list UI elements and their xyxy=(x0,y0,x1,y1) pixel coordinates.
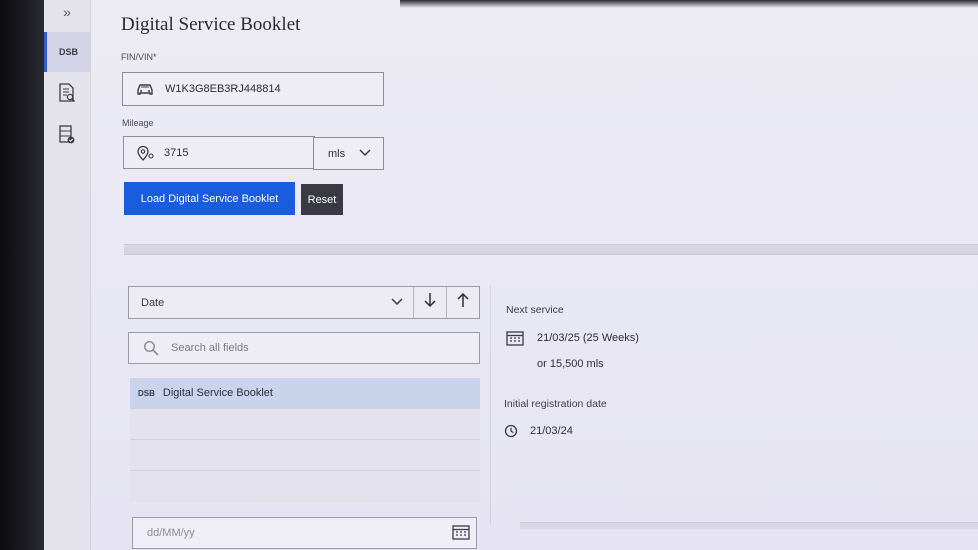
side-rail: » DSB xyxy=(44,0,91,550)
section-divider xyxy=(124,244,978,255)
registration-date-row: 21/03/24 xyxy=(504,424,573,438)
list-item-empty xyxy=(130,440,480,471)
next-service-date: 21/03/25 (25 Weeks) xyxy=(537,332,639,344)
expand-rail-button[interactable]: » xyxy=(44,0,90,24)
registration-date: 21/03/24 xyxy=(530,425,573,437)
booklet-list: DSB Digital Service Booklet xyxy=(130,378,480,502)
list-item-label: Digital Service Booklet xyxy=(162,387,273,399)
arrow-down-icon xyxy=(423,292,437,313)
car-icon xyxy=(135,82,155,96)
list-item[interactable]: DSB Digital Service Booklet xyxy=(130,378,480,409)
sort-ascending-button[interactable] xyxy=(447,287,479,318)
vin-label: FIN/VIN* xyxy=(121,52,157,62)
search-icon xyxy=(143,340,159,356)
document-search-icon xyxy=(58,83,76,105)
registration-label: Initial registration date xyxy=(504,398,607,410)
mileage-label: Mileage xyxy=(122,118,154,128)
unit-value: mls xyxy=(328,147,346,160)
list-item-empty xyxy=(130,471,480,502)
next-service-date-row: 21/03/25 (25 Weeks) xyxy=(506,330,639,346)
rail-item-dsb-label: DSB xyxy=(58,47,78,57)
load-booklet-button[interactable]: Load Digital Service Booklet xyxy=(124,182,295,215)
vin-field[interactable]: W1K3G8EB3RJ448814 xyxy=(122,72,384,106)
rail-item-list-check[interactable] xyxy=(44,116,90,156)
chevron-down-icon xyxy=(359,148,371,160)
panel-separator xyxy=(490,285,491,525)
sort-descending-button[interactable] xyxy=(414,287,447,318)
date-input[interactable]: dd/MM/yy xyxy=(132,517,477,549)
date-placeholder: dd/MM/yy xyxy=(147,527,195,539)
chevron-down-icon xyxy=(391,297,403,309)
monitor-bezel-top xyxy=(400,0,978,8)
mileage-input[interactable]: 3715 xyxy=(123,136,315,169)
rail-item-document-search[interactable] xyxy=(44,74,90,114)
page-title: Digital Service Booklet xyxy=(121,14,301,35)
reset-button[interactable]: Reset xyxy=(301,184,343,215)
rail-item-dsb[interactable]: DSB xyxy=(44,32,90,72)
list-item-empty xyxy=(130,409,480,440)
next-service-label: Next service xyxy=(506,304,564,316)
search-input[interactable]: Search all fields xyxy=(128,332,480,364)
calendar-icon xyxy=(506,330,524,346)
sort-select[interactable]: Date xyxy=(129,287,414,318)
unit-select[interactable]: mls xyxy=(313,137,384,170)
sort-control: Date xyxy=(128,286,480,319)
mileage-value: 3715 xyxy=(164,146,189,159)
location-pin-icon xyxy=(136,145,156,161)
double-chevron-right-icon: » xyxy=(63,4,71,20)
clock-icon xyxy=(504,424,518,438)
search-placeholder: Search all fields xyxy=(171,342,249,354)
app-window: » DSB Digital Service Booklet FIN/VIN* W… xyxy=(44,0,978,550)
list-check-icon xyxy=(58,125,76,147)
list-item-tag: DSB xyxy=(138,388,155,398)
section-divider xyxy=(520,522,978,529)
vin-value: W1K3G8EB3RJ448814 xyxy=(165,83,281,95)
calendar-icon[interactable] xyxy=(452,524,470,543)
next-service-mileage: or 15,500 mls xyxy=(537,358,604,370)
monitor-bezel xyxy=(0,0,44,550)
arrow-up-icon xyxy=(456,292,470,313)
sort-value: Date xyxy=(141,296,165,309)
